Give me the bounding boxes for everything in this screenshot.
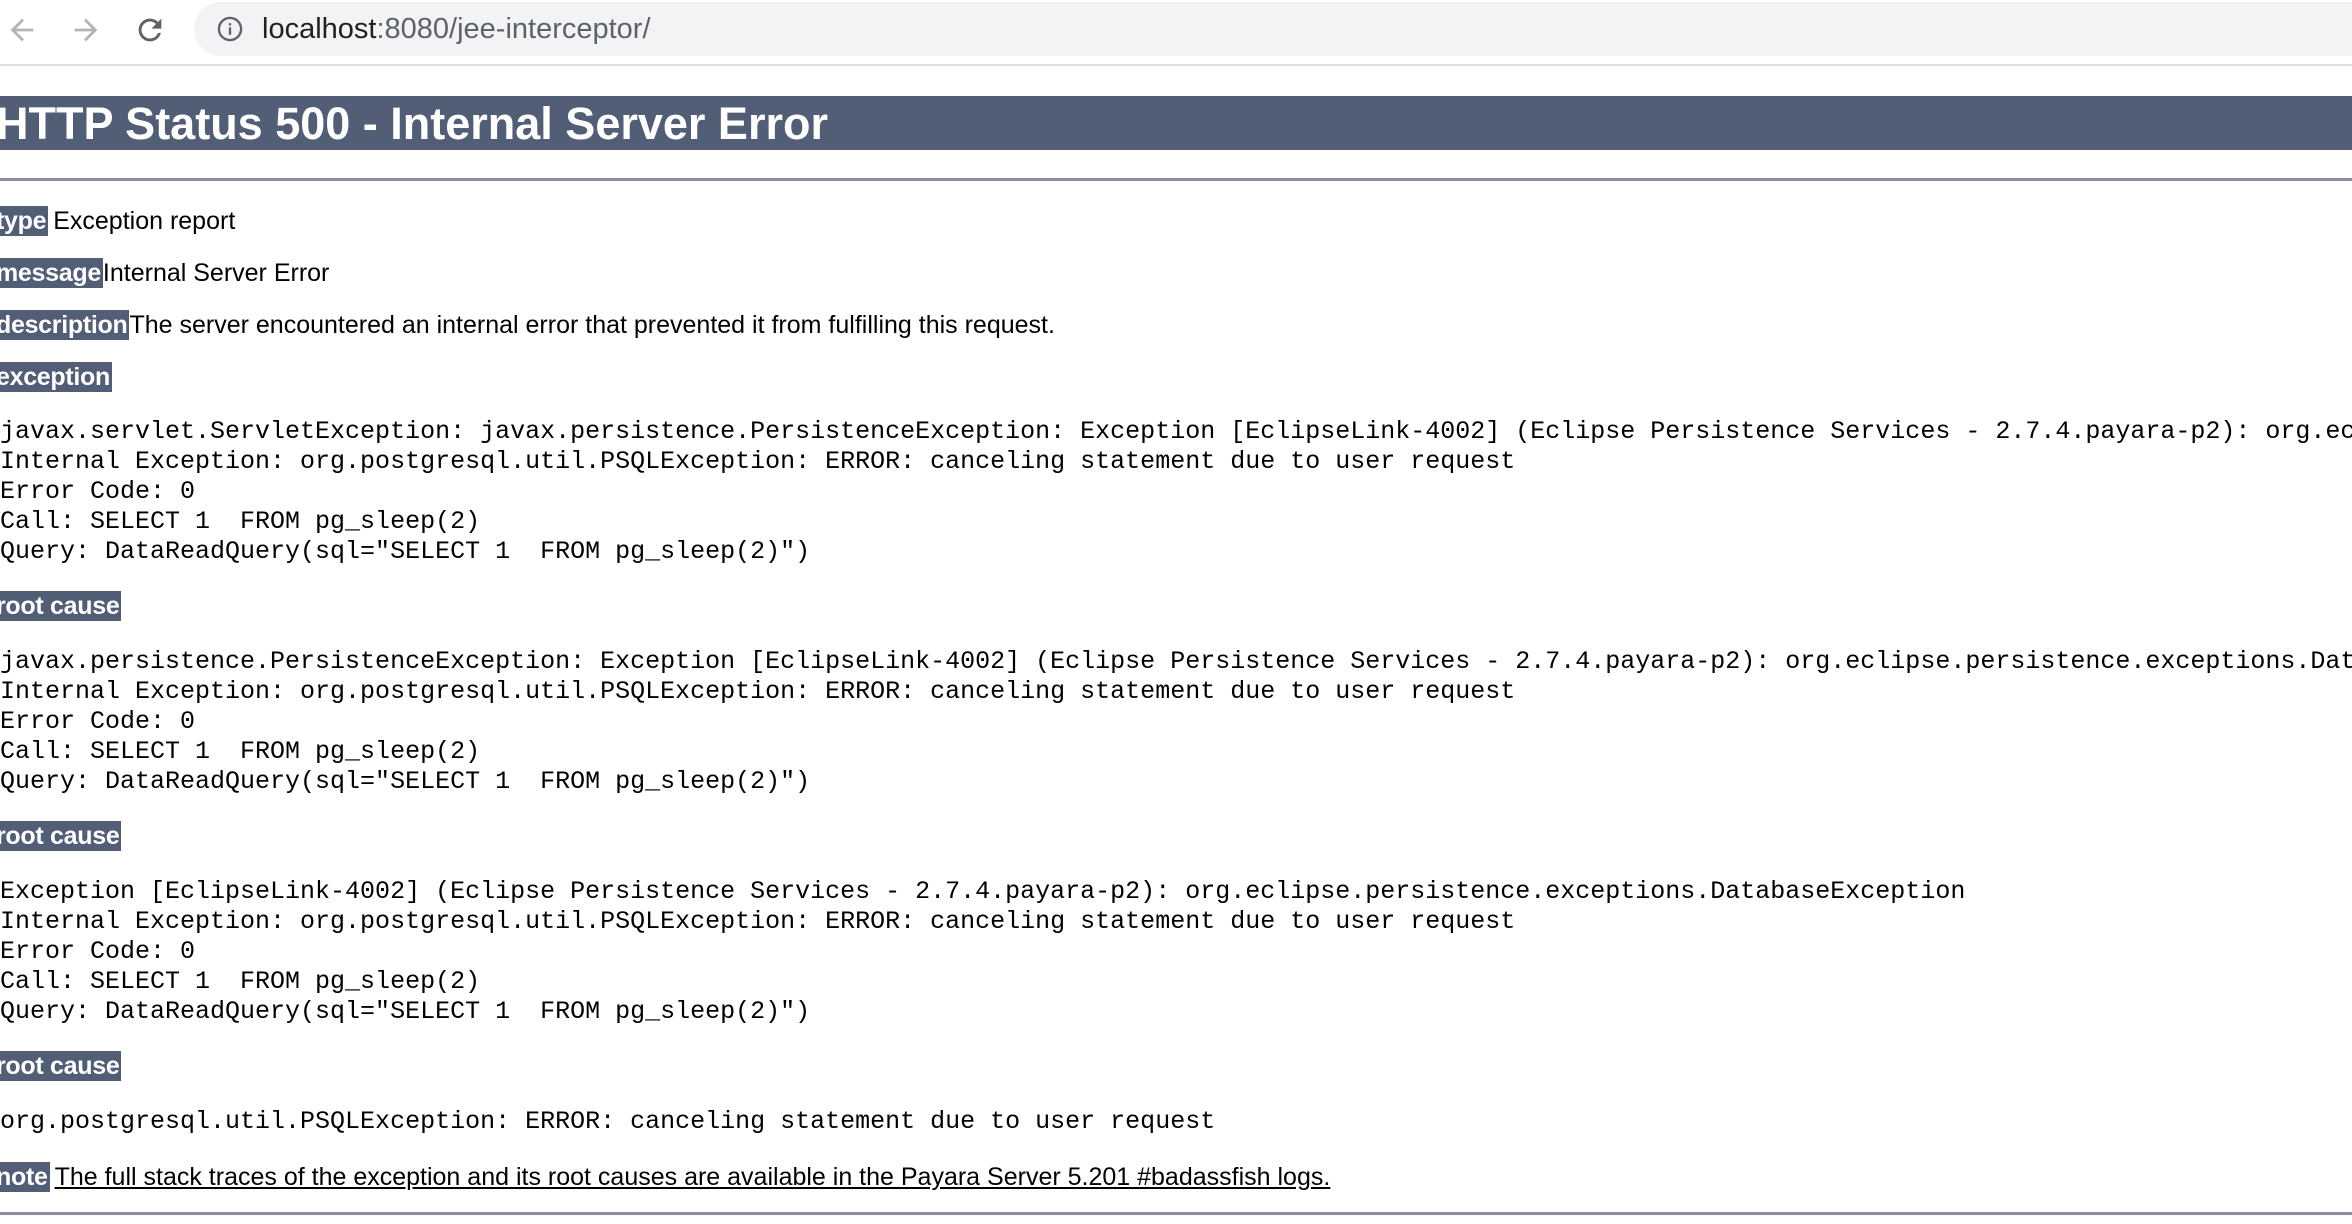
- note-row: note The full stack traces of the excepti…: [0, 1162, 1330, 1192]
- address-url[interactable]: localhost:8080/jee-interceptor/: [262, 2, 651, 56]
- root-cause-label: root cause: [0, 1051, 122, 1081]
- note-link[interactable]: The full stack traces of the exception a…: [55, 1163, 1331, 1191]
- reload-button[interactable]: [128, 8, 172, 52]
- note-link-text[interactable]: The full stack traces of the exception a…: [55, 1163, 1331, 1191]
- type-label: type: [0, 206, 49, 236]
- type-row: type Exception report: [0, 206, 235, 236]
- address-bar[interactable]: localhost:8080/jee-interceptor/: [194, 2, 2352, 56]
- root-cause-trace-2: Exception [EclipseLink-4002] (Eclipse Pe…: [0, 877, 1966, 1026]
- reload-icon: [138, 18, 162, 42]
- browser-toolbar: localhost:8080/jee-interceptor/: [0, 0, 2352, 62]
- root-cause-row-2: root cause: [0, 821, 122, 851]
- message-value: Internal Server Error: [102, 259, 330, 287]
- error-page: HTTP Status 500 - Internal Server Error …: [0, 66, 2352, 1224]
- root-cause-label: root cause: [0, 821, 122, 851]
- message-label: message: [0, 258, 103, 288]
- bottom-divider: [0, 1212, 2352, 1215]
- type-value: Exception report: [53, 207, 236, 235]
- root-cause-trace-3: org.postgresql.util.PSQLException: ERROR…: [0, 1107, 1216, 1136]
- root-cause-trace-1: javax.persistence.PersistenceException: …: [0, 647, 2352, 796]
- description-value: The server encountered an internal error…: [129, 311, 1055, 339]
- address-path: :8080/jee-interceptor/: [376, 13, 651, 45]
- description-label: description: [0, 310, 130, 340]
- root-cause-label: root cause: [0, 591, 122, 621]
- exception-trace: javax.servlet.ServletException: javax.pe…: [0, 417, 2352, 566]
- address-host: localhost: [262, 13, 377, 45]
- top-divider: [0, 178, 2352, 181]
- root-cause-row-1: root cause: [0, 591, 122, 621]
- arrow-right-icon: [74, 18, 98, 42]
- page-title: HTTP Status 500 - Internal Server Error: [0, 96, 2352, 150]
- back-button[interactable]: [0, 8, 44, 52]
- description-row: descriptionThe server encountered an int…: [0, 310, 1055, 340]
- forward-button[interactable]: [64, 8, 108, 52]
- exception-label: exception: [0, 362, 112, 392]
- note-label: note: [0, 1162, 50, 1192]
- message-row: messageInternal Server Error: [0, 258, 329, 288]
- root-cause-row-3: root cause: [0, 1051, 122, 1081]
- exception-row: exception: [0, 362, 112, 392]
- info-circle-icon[interactable]: [216, 15, 244, 43]
- arrow-left-icon: [10, 18, 34, 42]
